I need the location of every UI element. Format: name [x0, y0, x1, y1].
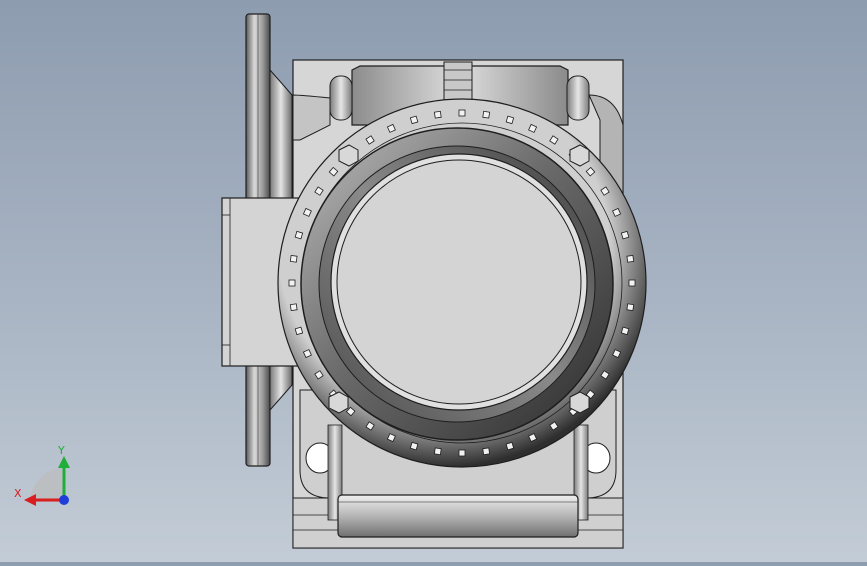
bolt-tooth: [433, 110, 442, 119]
cad-viewport[interactable]: Y X: [0, 0, 867, 562]
bolt-tooth: [626, 303, 635, 312]
bolt-tooth: [482, 110, 491, 119]
bolt-tooth: [628, 279, 636, 287]
bolt-tooth: [458, 449, 466, 457]
bolt-tooth: [288, 279, 296, 287]
bolt-tooth: [505, 441, 515, 451]
bolt-tooth: [433, 447, 442, 456]
bolt-tooth: [458, 109, 466, 117]
bolt-tooth: [294, 230, 304, 240]
bolt-tooth: [620, 326, 630, 336]
bolt-tooth: [505, 115, 515, 125]
output-hub: [300, 127, 614, 441]
axis-triad: Y X: [14, 444, 70, 506]
bolt-tooth: [289, 254, 298, 263]
bolt-tooth: [620, 230, 630, 240]
bolt-tooth: [626, 254, 635, 263]
bolt-tooth: [482, 447, 491, 456]
gearbox-drawing: Y X: [14, 13, 647, 549]
bolt-tooth: [294, 326, 304, 336]
x-axis-label: X: [14, 487, 22, 500]
bolt-tooth: [409, 441, 419, 451]
bolt-tooth: [409, 115, 419, 125]
bolt-tooth: [289, 303, 298, 312]
y-axis-label: Y: [57, 444, 65, 457]
